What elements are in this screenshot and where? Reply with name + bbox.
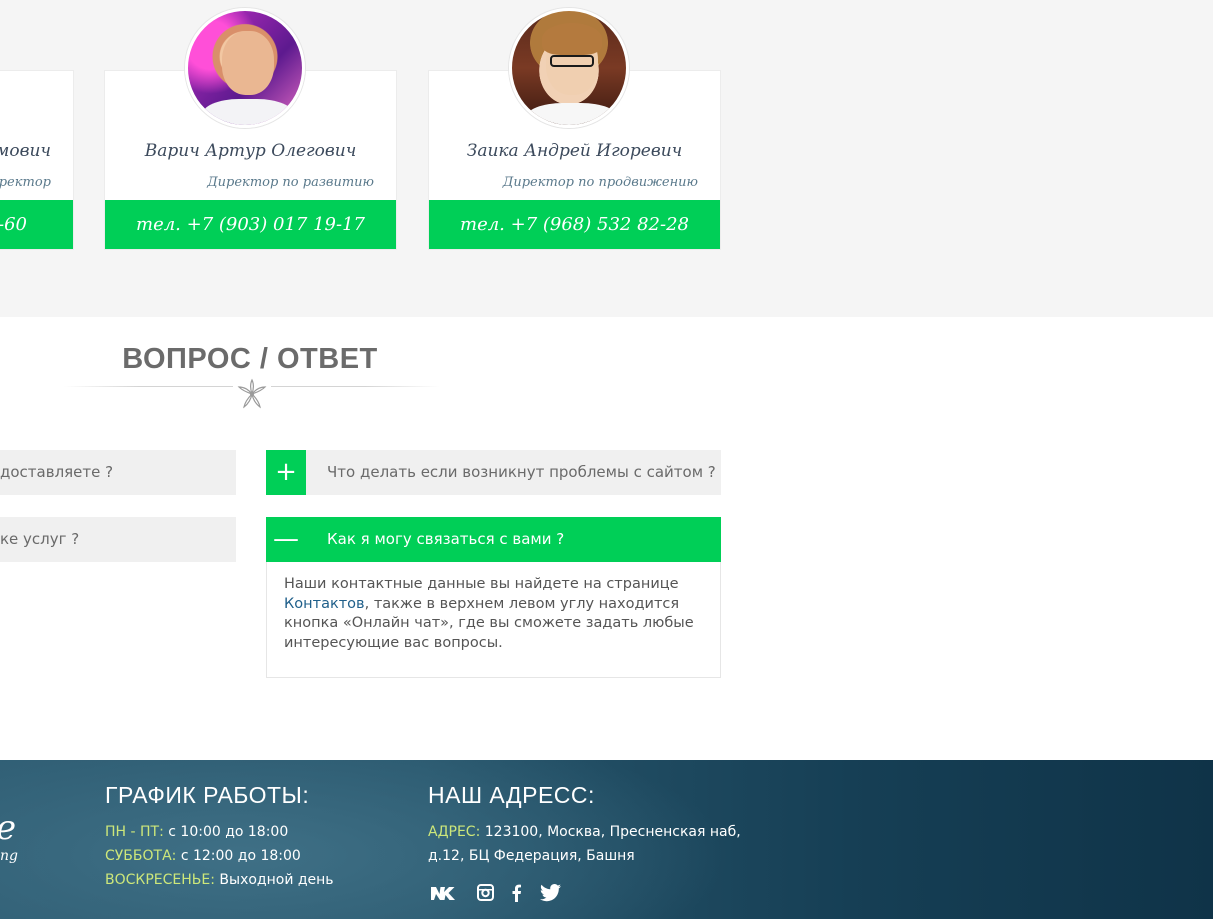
member-role: иректор: [0, 175, 51, 190]
faq-question-active[interactable]: — Как я могу связаться с вами ?: [266, 517, 721, 562]
member-phone[interactable]: тел. +7 (903) 017 19-17: [105, 200, 396, 249]
contacts-link[interactable]: Контактов: [284, 596, 365, 612]
avatar: [185, 8, 305, 128]
answer-text: Наши контактные данные вы найдете на стр…: [284, 576, 679, 592]
twitter-icon[interactable]: [540, 884, 561, 904]
address-label: АДРЕС:: [428, 824, 481, 840]
faq-question-text: ке услуг ?: [0, 530, 80, 548]
faq-question-text: Как я могу связаться с вами ?: [327, 530, 565, 548]
schedule-label: ВОСКРЕСЕНЬЕ:: [105, 872, 215, 888]
member-name: имович: [0, 141, 51, 161]
footer: e ng ГРАФИК РАБОТЫ: ПН - ПТ: с 10:00 до …: [0, 760, 1213, 919]
avatar-head: [222, 31, 274, 95]
member-role: Директор по продвижению: [502, 175, 698, 190]
faq-question[interactable]: + Что делать если возникнут проблемы с с…: [266, 450, 721, 495]
faq-question-text: Что делать если возникнут проблемы с сай…: [327, 463, 716, 481]
member-phone[interactable]: тел. +7 (968) 532 82-28: [429, 200, 720, 249]
member-name: Заика Андрей Игоревич: [466, 141, 683, 161]
schedule-row: ВОСКРЕСЕНЬЕ: Выходной день: [105, 872, 334, 888]
address-line: д.12, БЦ Федерация, Башня: [428, 848, 635, 864]
schedule-label: СУББОТА:: [105, 848, 177, 864]
avatar-shirt: [526, 103, 618, 125]
expand-plus-icon[interactable]: +: [266, 450, 306, 495]
address-value: 123100, Москва, Пресненская наб,: [484, 824, 741, 840]
schedule-heading: ГРАФИК РАБОТЫ:: [105, 782, 310, 808]
faq-question-text: доставляете ?: [0, 463, 114, 481]
schedule-value: с 12:00 до 18:00: [180, 848, 301, 864]
faq-title: ВОПРОС / ОТВЕТ: [122, 343, 378, 375]
avatar-glasses: [550, 55, 594, 67]
footer-logo[interactable]: e: [0, 808, 16, 848]
avatar: [509, 8, 629, 128]
schedule-row: ПН - ПТ: с 10:00 до 18:00: [105, 824, 288, 840]
member-phone[interactable]: -60: [0, 200, 73, 249]
instagram-icon[interactable]: [477, 884, 494, 904]
facebook-icon[interactable]: [511, 884, 522, 904]
schedule-label: ПН - ПТ:: [105, 824, 164, 840]
member-role: Директор по развитию: [207, 175, 374, 190]
vk-icon[interactable]: [430, 884, 458, 904]
faq-question[interactable]: доставляете ?: [0, 450, 236, 495]
avatar-hair: [542, 23, 602, 55]
collapse-minus-icon[interactable]: —: [266, 517, 306, 562]
schedule-value: с 10:00 до 18:00: [168, 824, 289, 840]
faq-question[interactable]: ке услуг ?: [0, 517, 236, 562]
flower-ornament-icon: [233, 378, 271, 410]
team-card: имович иректор -60: [0, 70, 74, 250]
address-heading: НАШ АДРЕСС:: [428, 782, 595, 808]
avatar-shirt: [202, 99, 294, 125]
member-name: Варич Артур Олегович: [144, 141, 357, 161]
schedule-value: Выходной день: [219, 872, 334, 888]
faq-answer: Наши контактные данные вы найдете на стр…: [266, 562, 721, 678]
schedule-row: СУББОТА: с 12:00 до 18:00: [105, 848, 301, 864]
address-line: АДРЕС: 123100, Москва, Пресненская наб,: [428, 824, 741, 840]
footer-logo-tagline: ng: [0, 848, 18, 864]
team-section: имович иректор -60 Варич Артур Олегович …: [0, 0, 1213, 317]
